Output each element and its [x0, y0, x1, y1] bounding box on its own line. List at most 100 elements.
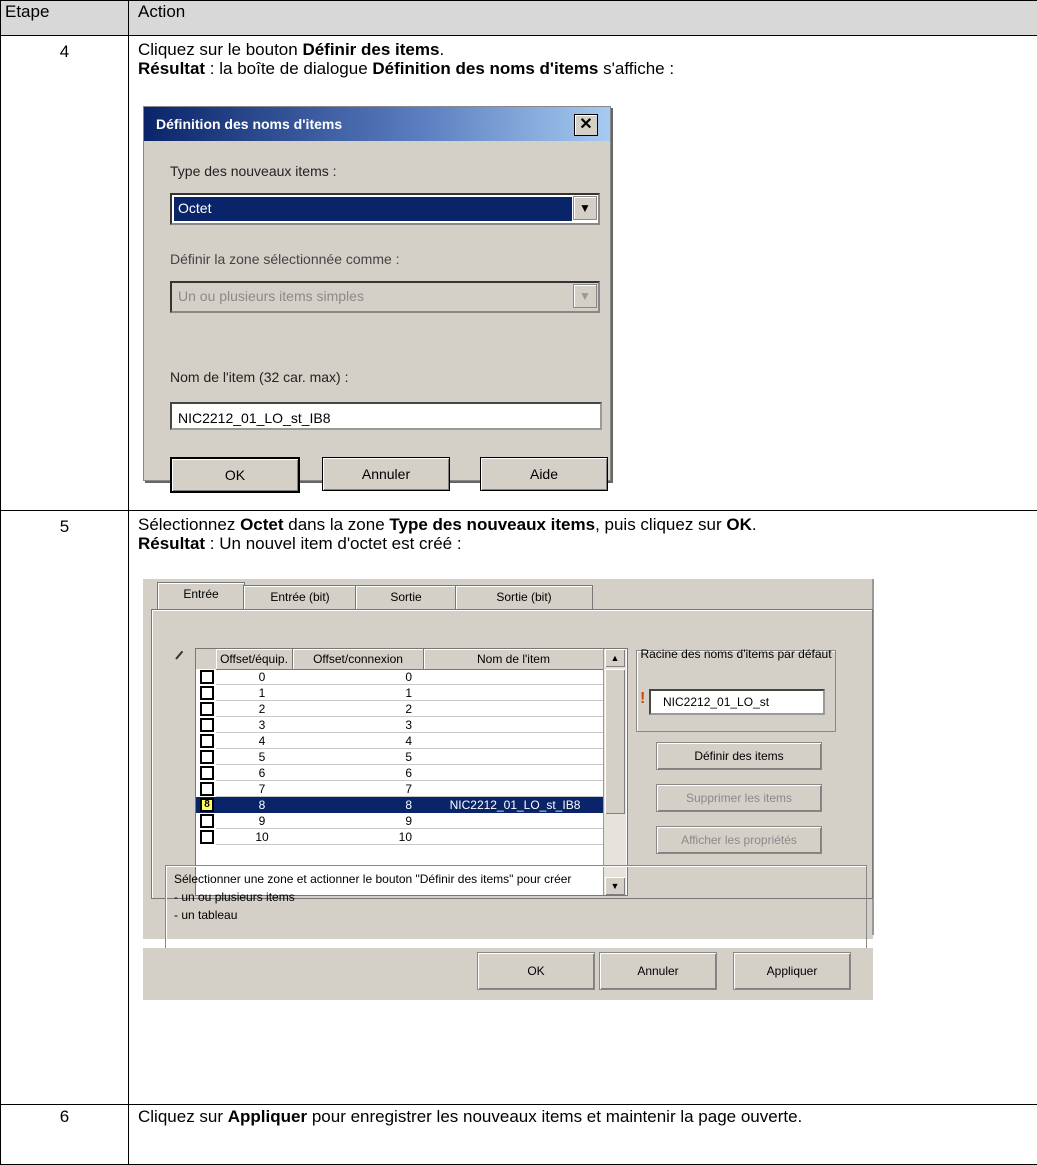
table-row[interactable]: 1010 [196, 829, 603, 845]
cancel-button[interactable]: Annuler [599, 952, 717, 990]
bold-text: Définir des items [302, 40, 439, 59]
step-6-line: Cliquez sur Appliquer pour enregistrer l… [129, 1105, 1037, 1126]
warning-icon: ! [640, 689, 645, 711]
text: Cliquez sur le bouton [138, 40, 302, 59]
cell-offset-connexion: 6 [292, 765, 422, 781]
text: dans la zone [284, 515, 390, 534]
apply-button[interactable]: Appliquer [733, 952, 851, 990]
tab-sortie[interactable]: Sortie [355, 585, 457, 610]
step-number: 5 [1, 511, 129, 1105]
text: pour enregistrer les nouveaux items et m… [307, 1107, 802, 1126]
row-checkbox[interactable] [200, 830, 214, 844]
row-checkbox[interactable] [200, 782, 214, 796]
table-row[interactable]: 66 [196, 765, 603, 781]
items-grid[interactable]: Offset/équip. Offset/connexion Nom de l'… [195, 648, 628, 896]
text: : la boîte de dialogue [205, 59, 372, 78]
table-row[interactable]: 77 [196, 781, 603, 797]
grid-header: Offset/équip. Offset/connexion Nom de l'… [196, 649, 603, 669]
tab-entree-bit[interactable]: Entrée (bit) [243, 585, 357, 610]
col-offset-connexion[interactable]: Offset/connexion [293, 649, 424, 670]
row-checkbox[interactable] [200, 750, 214, 764]
bold-text: Résultat [138, 59, 205, 78]
step-number: 6 [1, 1105, 129, 1165]
item-name-input[interactable]: NIC2212_01_LO_st_IB8 [170, 402, 602, 430]
grid-line [216, 844, 603, 845]
root-name-input[interactable]: NIC2212_01_LO_st [649, 689, 825, 715]
help-line: - un tableau [166, 906, 866, 924]
tab-entree[interactable]: Entrée [157, 582, 245, 611]
cell-offset-connexion: 4 [292, 733, 422, 749]
root-names-group: Racine des noms d'items par défaut ! NIC… [636, 650, 836, 732]
table-row[interactable]: 11 [196, 685, 603, 701]
step-6-number: 6 [1, 1105, 128, 1127]
step-4-line-2: Résultat : la boîte de dialogue Définiti… [129, 59, 1037, 78]
cell-offset-connexion: 8 [292, 797, 422, 813]
row-checkbox[interactable] [200, 686, 214, 700]
row-checkbox[interactable] [200, 734, 214, 748]
bold-text: Octet [240, 515, 283, 534]
pencil-icon [175, 651, 183, 660]
col-offset-equip[interactable]: Offset/équip. [216, 649, 293, 670]
step-4-line-1: Cliquez sur le bouton Définir des items. [129, 36, 1037, 59]
table-row[interactable]: 00 [196, 669, 603, 685]
ok-button[interactable]: OK [477, 952, 595, 990]
dialog-title: Définition des noms d'items [144, 107, 610, 141]
zone-value: Un ou plusieurs items simples [174, 285, 572, 309]
cell-offset-connexion: 5 [292, 749, 422, 765]
zone-select[interactable]: Un ou plusieurs items simples ▼ [170, 281, 600, 313]
cell-offset-connexion: 3 [292, 717, 422, 733]
step-5-action: Sélectionnez Octet dans la zone Type des… [129, 511, 1037, 1105]
header-etape-label: Etape [1, 2, 49, 21]
chevron-down-icon[interactable]: ▼ [573, 284, 597, 308]
cancel-button[interactable]: Annuler [322, 457, 450, 491]
text: s'affiche : [598, 59, 674, 78]
header-etape: Etape [1, 1, 129, 36]
show-properties-button[interactable]: Afficher les propriétés [656, 826, 822, 854]
tab-sortie-bit[interactable]: Sortie (bit) [455, 585, 593, 610]
tab-content: Offset/équip. Offset/connexion Nom de l'… [151, 609, 873, 899]
row-checkbox[interactable] [200, 702, 214, 716]
type-label: Type des nouveaux items : [170, 163, 337, 179]
delete-items-button[interactable]: Supprimer les items [656, 784, 822, 812]
type-select[interactable]: Octet ▼ [170, 193, 600, 225]
help-line: - un ou plusieurs items [166, 888, 866, 906]
item-properties-panel: Entrée Entrée (bit) Sortie Sortie (bit) … [143, 579, 873, 939]
table-row[interactable]: 99 [196, 813, 603, 829]
table-row[interactable]: 888NIC2212_01_LO_st_IB8 [196, 797, 603, 813]
steps-table: Etape Action 4 Cliquez sur le bouton Déf… [0, 0, 1037, 1165]
header-action-label: Action [129, 2, 185, 21]
ok-button[interactable]: OK [170, 457, 300, 493]
step-6-action: Cliquez sur Appliquer pour enregistrer l… [129, 1105, 1037, 1165]
text: Cliquez sur [138, 1107, 228, 1126]
row-checkbox[interactable]: 8 [200, 798, 214, 812]
cell-offset-connexion: 0 [292, 669, 422, 685]
grid-scrollbar[interactable]: ▲ ▼ [603, 649, 626, 895]
table-row[interactable]: 44 [196, 733, 603, 749]
row-checkbox[interactable] [200, 814, 214, 828]
help-box: Sélectionner une zone et actionner le bo… [165, 865, 867, 949]
step-5-line-1: Sélectionnez Octet dans la zone Type des… [129, 511, 1037, 534]
table-row[interactable]: 22 [196, 701, 603, 717]
cell-offset-connexion: 10 [292, 829, 422, 845]
panel-footer: OK Annuler Appliquer [143, 948, 873, 1000]
row-checkbox[interactable] [200, 670, 214, 684]
chevron-down-icon[interactable]: ▼ [573, 196, 597, 220]
row-checkbox[interactable] [200, 766, 214, 780]
step-5-line-2: Résultat : Un nouvel item d'octet est cr… [129, 534, 1037, 553]
scroll-up-icon[interactable]: ▲ [605, 649, 625, 667]
scroll-thumb[interactable] [605, 669, 625, 814]
col-item-name[interactable]: Nom de l'item [424, 649, 604, 670]
help-button[interactable]: Aide [480, 457, 608, 491]
bold-text: Type des nouveaux items [389, 515, 595, 534]
table-row[interactable]: 55 [196, 749, 603, 765]
close-icon[interactable]: ✕ [574, 114, 598, 136]
define-items-button[interactable]: Définir des items [656, 742, 822, 770]
table-row[interactable]: 33 [196, 717, 603, 733]
row-checkbox[interactable] [200, 718, 214, 732]
cell-offset-connexion: 9 [292, 813, 422, 829]
bold-text: Appliquer [228, 1107, 307, 1126]
text: . [752, 515, 757, 534]
name-label: Nom de l'item (32 car. max) : [170, 369, 349, 385]
zone-label: Définir la zone sélectionnée comme : [170, 251, 400, 267]
help-line: Sélectionner une zone et actionner le bo… [166, 866, 866, 888]
